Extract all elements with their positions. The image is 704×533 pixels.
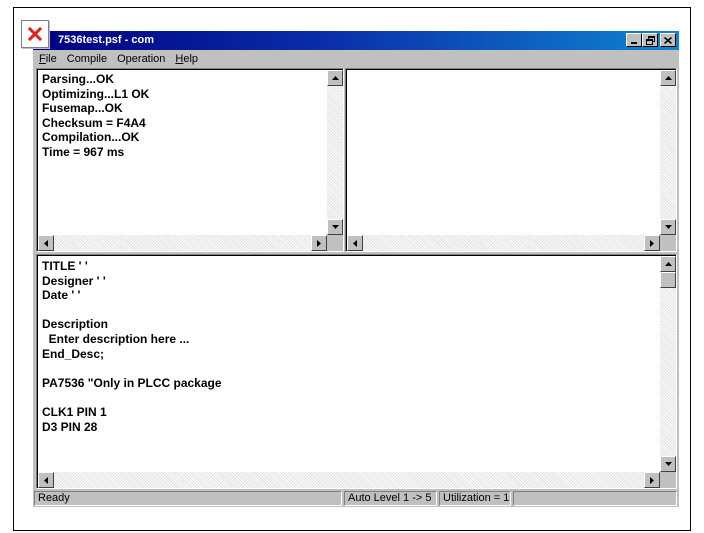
text-line: Fusemap...OK xyxy=(42,101,123,115)
arrow-right-icon xyxy=(317,239,321,247)
text-line: Checksum = F4A4 xyxy=(42,115,146,130)
scroll-thumb[interactable] xyxy=(660,272,676,288)
text-line xyxy=(42,303,222,318)
scroll-corner xyxy=(660,472,676,488)
arrow-left-icon xyxy=(44,239,48,247)
arrow-right-icon xyxy=(650,476,654,484)
text-line: D3 PIN 28 xyxy=(42,419,98,434)
arrow-up-icon xyxy=(664,262,672,266)
arrow-right-icon xyxy=(650,239,654,247)
text-line: Designer ' ' xyxy=(42,273,106,288)
scroll-left-button[interactable] xyxy=(38,235,54,251)
source-editor-text[interactable]: TITLE ' ' Designer ' ' Date ' ' Descriptio… xyxy=(42,259,222,434)
arrow-down-icon xyxy=(331,225,339,229)
arrow-left-icon xyxy=(44,476,48,484)
text-line: TITLE ' ' xyxy=(42,259,88,273)
editor-horizontal-scrollbar[interactable] xyxy=(38,472,660,488)
minimize-icon xyxy=(631,41,637,44)
window-controls xyxy=(626,33,676,47)
menu-file[interactable]: File xyxy=(33,53,62,65)
arrow-up-icon xyxy=(331,76,339,80)
scroll-corner xyxy=(660,235,676,251)
right-pane[interactable] xyxy=(345,68,677,252)
output-horizontal-scrollbar[interactable] xyxy=(38,235,327,251)
text-line: Compilation...OK xyxy=(42,130,140,144)
editor-vertical-scrollbar[interactable] xyxy=(660,256,676,472)
scroll-corner xyxy=(327,235,343,251)
scroll-right-button[interactable] xyxy=(311,235,327,251)
right-vertical-scrollbar[interactable] xyxy=(660,70,676,235)
text-line: Description xyxy=(42,317,109,332)
restore-button[interactable] xyxy=(642,33,658,47)
scroll-right-button[interactable] xyxy=(644,235,660,251)
text-line xyxy=(42,390,222,405)
menu-compile[interactable]: Compile xyxy=(62,53,112,65)
scroll-left-button[interactable] xyxy=(347,235,363,251)
text-line: CLK1 PIN 1 xyxy=(42,404,107,419)
close-icon xyxy=(664,36,672,44)
text-line: Time = 967 ms xyxy=(42,144,125,159)
minimize-button[interactable] xyxy=(626,33,642,47)
arrow-up-icon xyxy=(664,76,672,80)
status-bar: Ready Auto Level 1 -> 5 Utilization = 10 xyxy=(33,490,679,507)
close-button[interactable] xyxy=(660,33,676,47)
text-line: Optimizing...L1 OK xyxy=(42,86,150,101)
scroll-up-button[interactable] xyxy=(660,70,676,86)
text-line: End_Desc; xyxy=(42,346,105,361)
text-line: Date ' ' xyxy=(42,288,81,303)
scroll-up-button[interactable] xyxy=(327,70,343,86)
text-line: Enter description here ... xyxy=(42,331,190,346)
scroll-right-button[interactable] xyxy=(644,472,660,488)
menu-operation[interactable]: Operation xyxy=(112,53,170,65)
text-line: Parsing...OK xyxy=(42,72,115,86)
status-empty xyxy=(513,491,677,506)
source-editor-pane[interactable]: TITLE ' ' Designer ' ' Date ' ' Descriptio… xyxy=(36,254,677,489)
window-title: 7536test.psf - com xyxy=(58,34,154,46)
text-line: PA7536 "Only in PLCC package xyxy=(42,375,222,390)
scroll-up-button[interactable] xyxy=(660,256,676,272)
app-window: 7536test.psf - com File Compile Operatio… xyxy=(33,31,679,507)
scroll-left-button[interactable] xyxy=(38,472,54,488)
compile-output-pane[interactable]: Parsing...OK Optimizing...L1 OK Fusemap...… xyxy=(36,68,344,252)
status-ready: Ready xyxy=(34,491,342,506)
status-level: Auto Level 1 -> 5 xyxy=(344,491,437,506)
broken-image-icon xyxy=(21,20,49,48)
output-vertical-scrollbar[interactable] xyxy=(327,70,343,235)
compile-output-text: Parsing...OK Optimizing...L1 OK Fusemap...… xyxy=(42,72,149,159)
arrow-down-icon xyxy=(664,462,672,466)
status-utilization: Utilization = 10 xyxy=(439,491,511,506)
menu-bar: File Compile Operation Help xyxy=(33,50,679,67)
arrow-down-icon xyxy=(664,225,672,229)
scroll-down-button[interactable] xyxy=(660,219,676,235)
text-line xyxy=(42,361,222,376)
restore-icon xyxy=(645,35,655,45)
right-horizontal-scrollbar[interactable] xyxy=(347,235,660,251)
scroll-down-button[interactable] xyxy=(327,219,343,235)
arrow-left-icon xyxy=(353,239,357,247)
scroll-down-button[interactable] xyxy=(660,456,676,472)
title-bar[interactable]: 7536test.psf - com xyxy=(33,31,679,50)
menu-help[interactable]: Help xyxy=(170,53,203,65)
